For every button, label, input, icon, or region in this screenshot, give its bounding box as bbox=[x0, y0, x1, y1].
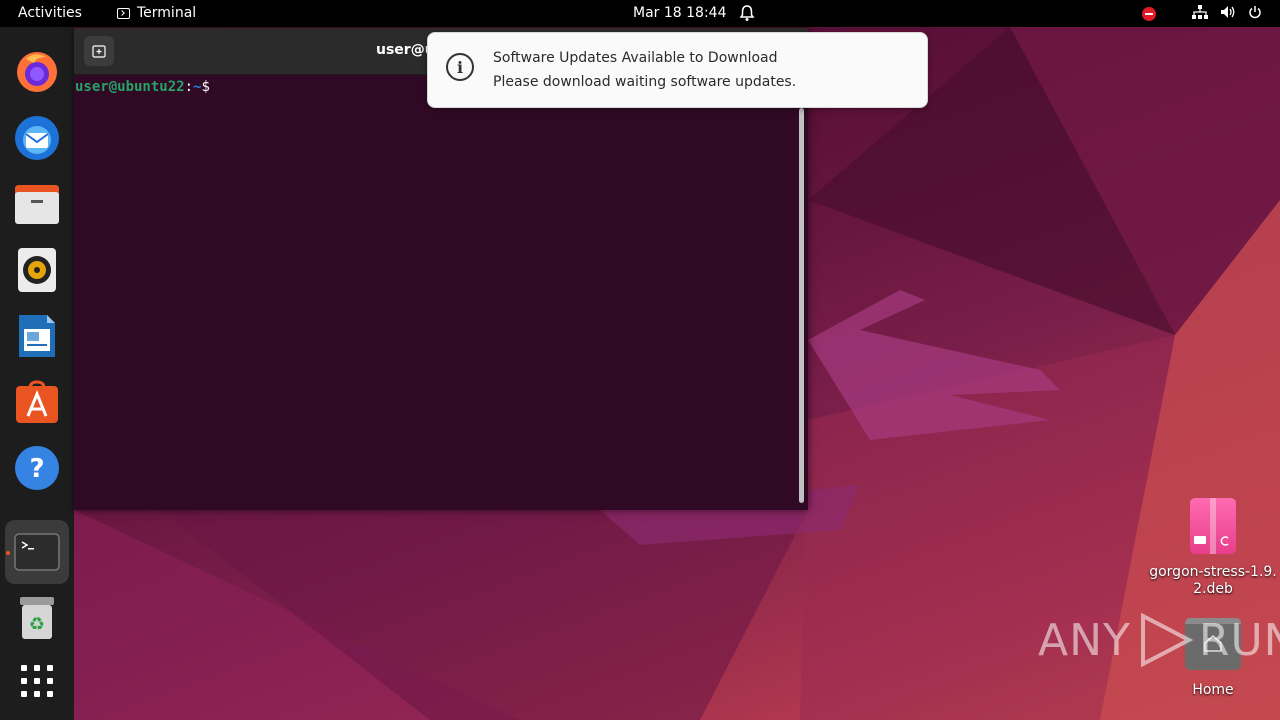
dock-item-help[interactable]: ? bbox=[5, 436, 69, 500]
dock-item-rhythmbox[interactable] bbox=[5, 238, 69, 302]
dock-item-firefox[interactable] bbox=[5, 40, 69, 104]
anyrun-watermark: ANY RUN bbox=[1038, 612, 1280, 668]
watermark-text-right: RUN bbox=[1198, 614, 1280, 666]
firefox-icon bbox=[17, 52, 57, 92]
info-icon: i bbox=[446, 53, 474, 81]
apps-grid-icon bbox=[21, 665, 53, 697]
app-menu-label: Terminal bbox=[137, 5, 197, 21]
software-icon bbox=[16, 380, 58, 423]
thunderbird-icon bbox=[15, 116, 59, 160]
files-icon bbox=[15, 185, 59, 224]
app-menu[interactable]: Terminal bbox=[117, 5, 196, 21]
terminal-content[interactable]: user@ubuntu22:~$ bbox=[74, 75, 808, 510]
svg-text:♻: ♻ bbox=[29, 614, 45, 635]
dock-item-software[interactable] bbox=[5, 370, 69, 434]
notification-bell-icon[interactable] bbox=[739, 4, 755, 26]
desktop-file-deb[interactable]: gorgon-stress-1.9. 2.deb bbox=[1148, 498, 1278, 598]
running-indicator bbox=[6, 551, 10, 555]
prompt-symbol: $ bbox=[201, 79, 210, 95]
shell-prompt: user@ubuntu22:~$ bbox=[75, 79, 210, 95]
activities-button[interactable]: Activities bbox=[18, 5, 82, 21]
network-icon bbox=[1192, 5, 1208, 23]
dock: ? ♻ bbox=[0, 27, 74, 720]
play-logo-icon bbox=[1140, 612, 1194, 668]
watermark-text-left: ANY bbox=[1038, 614, 1131, 666]
dock-item-thunderbird[interactable] bbox=[5, 106, 69, 170]
home-label: Home bbox=[1192, 682, 1234, 698]
dock-item-terminal[interactable] bbox=[5, 520, 69, 584]
terminal-title: user@u bbox=[376, 42, 435, 58]
desktop-file-label-line1: gorgon-stress-1.9. bbox=[1149, 564, 1277, 580]
dock-item-writer[interactable] bbox=[5, 304, 69, 368]
dock-item-files[interactable] bbox=[5, 172, 69, 236]
terminal-scrollbar[interactable] bbox=[799, 108, 804, 503]
rhythmbox-icon bbox=[18, 248, 56, 292]
notification-title: Software Updates Available to Download bbox=[493, 50, 778, 66]
help-icon: ? bbox=[15, 446, 59, 490]
new-tab-icon bbox=[92, 45, 106, 58]
top-bar: Activities Terminal Mar 18 18:44 bbox=[0, 0, 1280, 27]
trash-icon: ♻ bbox=[20, 597, 54, 639]
terminal-mini-icon bbox=[117, 7, 130, 19]
do-not-disturb-icon bbox=[1142, 7, 1156, 21]
writer-icon bbox=[19, 315, 55, 357]
dock-item-trash[interactable]: ♻ bbox=[5, 586, 69, 650]
clock[interactable]: Mar 18 18:44 bbox=[633, 5, 726, 21]
power-icon bbox=[1248, 5, 1262, 23]
terminal-icon bbox=[14, 533, 60, 571]
new-tab-button[interactable] bbox=[84, 36, 114, 66]
system-status-area[interactable] bbox=[1142, 5, 1262, 23]
prompt-user: user@ubuntu22 bbox=[75, 79, 185, 95]
svg-text:?: ? bbox=[29, 454, 44, 484]
prompt-separator: : bbox=[184, 79, 194, 95]
dock-item-show-applications[interactable] bbox=[5, 649, 69, 713]
notification-body: Please download waiting software updates… bbox=[493, 74, 797, 90]
volume-icon bbox=[1220, 5, 1236, 23]
notification-banner[interactable]: i Software Updates Available to Download… bbox=[427, 32, 928, 108]
desktop-file-label-line2: 2.deb bbox=[1193, 581, 1233, 597]
deb-package-icon bbox=[1190, 498, 1236, 554]
